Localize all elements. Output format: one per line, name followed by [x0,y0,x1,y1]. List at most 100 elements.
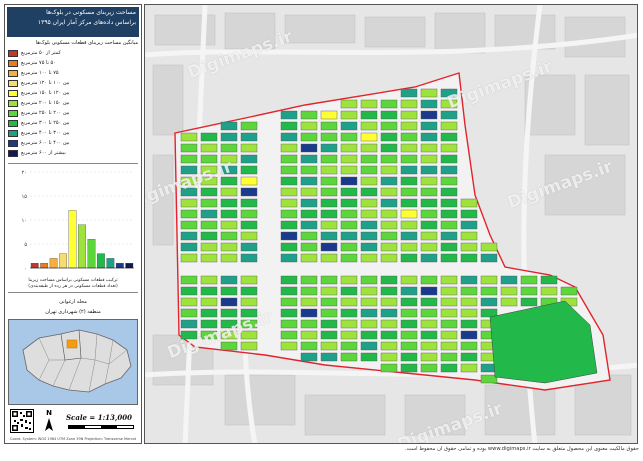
parcel [360,143,378,153]
parcel [420,154,438,164]
parcel [380,297,398,307]
neighborhood-highlight [66,339,78,349]
histogram-bar [87,239,96,269]
legend-item-label: ۷۵ تا ۱۰۰ مترمربع [21,70,59,76]
parcel [180,242,198,252]
parcel [460,297,478,307]
parcel [380,352,398,362]
parcel [420,242,438,252]
parcel [340,319,358,329]
parcel [300,209,318,219]
parcel [440,297,458,307]
parcel [180,198,198,208]
parcel [320,121,338,131]
histogram-bar [97,253,105,269]
parcel [420,341,438,351]
parcel [280,198,298,208]
histogram-ytick-label: ۰ [24,266,27,272]
parcel [240,253,258,263]
parcel [340,209,358,219]
parcel [200,253,218,263]
parcel [420,363,438,373]
parcel [440,308,458,318]
parcel [340,110,358,120]
parcel [420,88,438,98]
parcel [240,275,258,285]
parcel [360,297,378,307]
parcel [420,165,438,175]
parcel [340,242,358,252]
parcel [480,275,498,285]
legend-swatch [8,99,18,107]
parcel [360,242,378,252]
parcel [300,231,318,241]
parcel [400,132,418,142]
north-arrow-icon [45,418,53,431]
parcel [220,308,238,318]
parcel [400,319,418,329]
parcel [380,209,398,219]
legend-item-label: بین ۱۲۰ تا ۱۵۰ مترمربع [21,90,70,96]
parcel [300,341,318,351]
parcel [360,99,378,109]
parcel [280,341,298,351]
parcel [280,330,298,340]
parcel [240,176,258,186]
parcel [380,165,398,175]
parcel [440,253,458,263]
parcel [320,308,338,318]
parcel [440,187,458,197]
parcel [300,297,318,307]
parcel [400,330,418,340]
parcel [200,275,218,285]
parcel [440,242,458,252]
parcel [420,352,438,362]
parcel [200,242,218,252]
parcel [360,352,378,362]
parcel [420,99,438,109]
parcel [360,220,378,230]
parcel [440,231,458,241]
parcel [420,286,438,296]
legend-swatch [8,109,18,117]
parcel [400,121,418,131]
parcel [280,154,298,164]
parcel [280,110,298,120]
parcel [280,275,298,285]
parcel [460,198,478,208]
parcel [420,275,438,285]
main-map[interactable]: Digimaps.ir Digimaps.ir Digimaps.ir Digi… [144,4,638,444]
parcel [300,198,318,208]
parcel [460,319,478,329]
coordinate-system-note: Coord. System: WGS 1984 UTM Zone 39N Pro… [10,437,136,441]
parcel [440,198,458,208]
parcel [280,231,298,241]
parcel [500,286,518,296]
parcel [380,330,398,340]
parcel [500,275,518,285]
parcel [200,231,218,241]
histogram-ytick-label: ۱۰ [22,218,27,224]
parcel [340,220,358,230]
histogram-bar [68,210,77,269]
parcel [460,253,478,263]
parcel [380,341,398,351]
parcel [240,286,258,296]
parcel [200,198,218,208]
parcel [320,253,338,263]
parcel [380,154,398,164]
parcel [180,275,198,285]
parcel [440,154,458,164]
parcel [460,308,478,318]
histogram-caption: ترکیب قطعات مسکونی براساس مساحت زیربنا (… [10,278,136,290]
parcel [400,209,418,219]
legend-item-label: بین ۲۵۰ تا ۳۰۰ مترمربع [21,120,70,126]
legend-item: کمتر از ۵۰ مترمربع [8,48,138,58]
parcel [380,363,398,373]
parcel [500,297,518,307]
parcel [520,275,538,285]
parcel [420,253,438,263]
histogram-bar [30,263,39,269]
parcel [400,275,418,285]
parcel [320,143,338,153]
